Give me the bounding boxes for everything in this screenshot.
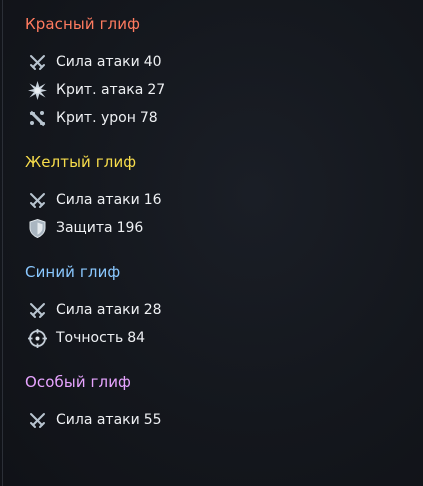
section-title-special-glyph: Особый глиф (25, 373, 131, 391)
stat-value: 196 (116, 220, 144, 236)
stat-label: Крит. урон (56, 110, 136, 126)
shield-icon (27, 218, 48, 239)
stat-label: Точность (56, 330, 124, 346)
stat-label: Сила атаки (56, 302, 140, 318)
stat-value: 78 (139, 110, 158, 126)
glyph-stats-panel: Красный глиф Сила атаки 40 Крит. атака 27 … (0, 0, 423, 486)
stat-row: Крит. урон 78 (27, 107, 158, 129)
stat-label: Защита (56, 220, 113, 236)
stat-row: Сила атаки 28 (27, 299, 162, 321)
stat-label: Сила атаки (56, 412, 140, 428)
stat-label: Крит. атака (56, 82, 144, 98)
swords-icon (27, 52, 48, 73)
section-title-yellow-glyph: Желтый глиф (25, 153, 137, 171)
stat-value: 27 (147, 82, 166, 98)
swords-icon (27, 410, 48, 431)
stat-label: Сила атаки (56, 192, 140, 208)
stat-label: Сила атаки (56, 54, 140, 70)
stat-value: 55 (143, 412, 162, 428)
crosshair-icon (27, 328, 48, 349)
stat-row: Сила атаки 55 (27, 409, 162, 431)
stat-row: Крит. атака 27 (27, 79, 165, 101)
stat-value: 28 (143, 302, 162, 318)
swords-icon (27, 190, 48, 211)
stat-value: 40 (143, 54, 162, 70)
stat-row: Сила атаки 40 (27, 51, 162, 73)
stat-row: Защита 196 (27, 217, 143, 239)
crit-damage-icon (27, 108, 48, 129)
section-title-blue-glyph: Синий глиф (25, 263, 121, 281)
swords-icon (27, 300, 48, 321)
burst-icon (27, 80, 48, 101)
stat-row: Точность 84 (27, 327, 145, 349)
stat-row: Сила атаки 16 (27, 189, 162, 211)
stat-value: 16 (143, 192, 162, 208)
section-title-red-glyph: Красный глиф (25, 15, 141, 33)
stat-value: 84 (127, 330, 146, 346)
panel-divider (2, 0, 3, 486)
